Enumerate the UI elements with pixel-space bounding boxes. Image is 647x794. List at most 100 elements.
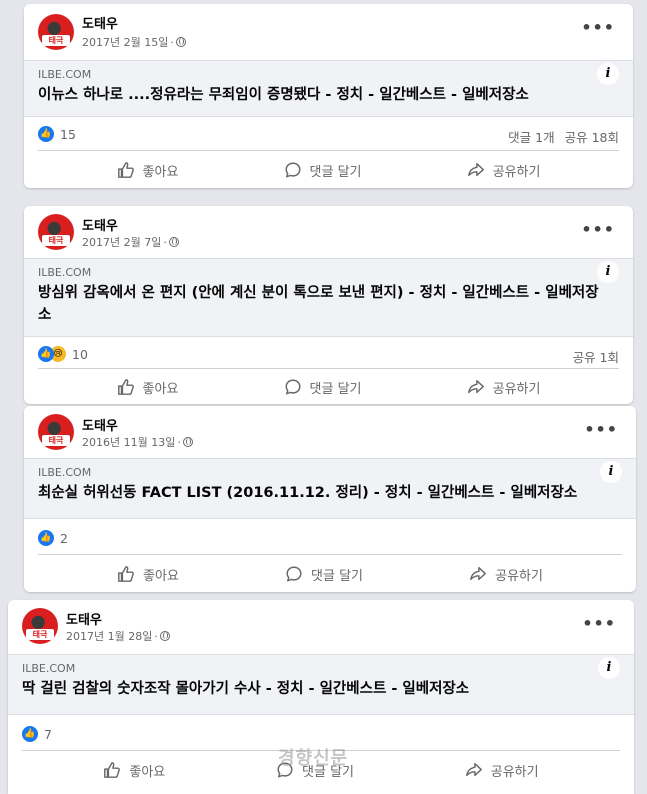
- link-title[interactable]: 최순실 허위선동 FACT LIST (2016.11.12. 정리) - 정치…: [38, 482, 592, 504]
- share-icon: [465, 762, 482, 777]
- more-options-icon[interactable]: •••: [582, 614, 616, 633]
- post-header: 태극 도태우 2017년 1월 28일 · •••: [8, 600, 634, 654]
- post-header: 태극 도태우 2017년 2월 7일 · •••: [24, 206, 633, 258]
- post-stats: 👍 😢 10 공유 1회: [38, 337, 619, 369]
- action-bar: 좋아요 댓글 달기 공유하기: [24, 555, 636, 592]
- link-title[interactable]: 딱 걸린 검찰의 숫자조작 몰아가기 수사 - 정치 - 일간베스트 - 일베저…: [22, 678, 590, 700]
- link-preview[interactable]: i ILBE.COM 이뉴스 하나로 ....정유라는 무죄임이 증명됐다 - …: [24, 60, 633, 117]
- action-bar: 좋아요 댓글 달기 공유하기: [24, 151, 633, 188]
- avatar-label: 태극: [26, 629, 54, 640]
- globe-icon: [175, 37, 186, 47]
- post-date[interactable]: 2017년 1월 28일: [66, 628, 152, 644]
- avatar[interactable]: 태극: [38, 414, 74, 450]
- post-meta: 2016년 11월 13일 ·: [82, 434, 193, 450]
- post-stats: 👍 15 댓글 1개 공유 18회: [38, 117, 619, 151]
- info-icon[interactable]: i: [597, 261, 619, 283]
- share-stats: 공유 1회: [563, 347, 619, 366]
- post-meta: 2017년 2월 7일 ·: [82, 234, 179, 250]
- share-label: 공유하기: [495, 568, 543, 584]
- comment-count[interactable]: 댓글 1개: [508, 127, 554, 146]
- post-card: 태극 도태우 2016년 11월 13일 · ••• i ILBE.COM 최순…: [24, 406, 636, 592]
- link-title[interactable]: 방심위 감옥에서 온 편지 (안에 계신 분이 톡으로 보낸 편지) - 정치 …: [38, 282, 603, 326]
- reactions[interactable]: 👍 😢 10: [38, 346, 88, 362]
- like-button[interactable]: 좋아요: [117, 161, 179, 180]
- avatar-label: 태극: [42, 235, 70, 246]
- like-button[interactable]: 좋아요: [103, 761, 165, 780]
- reaction-count[interactable]: 7: [44, 727, 52, 742]
- watermark: 경향신문: [278, 748, 349, 769]
- share-stats: 댓글 1개 공유 18회: [508, 127, 619, 146]
- comment-label: 댓글 달기: [309, 381, 362, 397]
- comment-label: 댓글 달기: [311, 568, 364, 584]
- like-reaction-icon: 👍: [38, 530, 54, 546]
- like-reaction-icon: 👍: [38, 126, 54, 142]
- post-card: 태극 도태우 2017년 2월 15일 · ••• i ILBE.COM 이뉴스…: [24, 4, 633, 188]
- author-name[interactable]: 도태우: [66, 609, 102, 628]
- post-date[interactable]: 2017년 2월 7일: [82, 234, 161, 250]
- link-title[interactable]: 이뉴스 하나로 ....정유라는 무죄임이 증명됐다 - 정치 - 일간베스트 …: [38, 84, 589, 106]
- link-domain: ILBE.COM: [22, 662, 76, 675]
- link-domain: ILBE.COM: [38, 466, 92, 479]
- comment-button[interactable]: 댓글 달기: [285, 565, 363, 584]
- reaction-count[interactable]: 2: [60, 531, 68, 546]
- share-label: 공유하기: [492, 164, 541, 180]
- globe-icon: [168, 237, 179, 247]
- post-meta: 2017년 1월 28일 ·: [66, 628, 170, 644]
- reactions[interactable]: 👍 15: [38, 126, 76, 142]
- like-icon: [117, 162, 134, 178]
- share-count[interactable]: 공유 18회: [565, 127, 619, 146]
- share-button[interactable]: 공유하기: [467, 161, 541, 180]
- comment-button[interactable]: 댓글 달기: [284, 378, 362, 397]
- author-name[interactable]: 도태우: [82, 13, 118, 32]
- share-button[interactable]: 공유하기: [469, 565, 543, 584]
- share-button[interactable]: 공유하기: [467, 378, 541, 397]
- share-button[interactable]: 공유하기: [465, 761, 539, 780]
- reaction-count[interactable]: 10: [72, 347, 88, 362]
- share-label: 공유하기: [490, 764, 539, 780]
- author-name[interactable]: 도태우: [82, 415, 118, 434]
- post-meta: 2017년 2월 15일 ·: [82, 34, 186, 50]
- like-icon: [104, 762, 121, 778]
- like-button[interactable]: 좋아요: [117, 565, 179, 584]
- globe-icon: [159, 631, 170, 641]
- info-icon[interactable]: i: [600, 461, 622, 483]
- comment-button[interactable]: 댓글 달기: [284, 161, 362, 180]
- like-reaction-icon: 👍: [38, 346, 54, 362]
- share-icon: [470, 566, 487, 581]
- like-button[interactable]: 좋아요: [117, 378, 178, 397]
- comment-icon: [286, 566, 302, 582]
- globe-icon: [182, 437, 193, 447]
- post-card: 태극 도태우 2017년 2월 7일 · ••• i ILBE.COM 방심위 …: [24, 206, 633, 404]
- avatar[interactable]: 태극: [22, 608, 58, 644]
- share-label: 공유하기: [492, 381, 541, 397]
- info-icon[interactable]: i: [598, 657, 620, 679]
- post-header: 태극 도태우 2017년 2월 15일 · •••: [24, 4, 633, 60]
- avatar[interactable]: 태극: [38, 14, 74, 50]
- more-options-icon[interactable]: •••: [581, 18, 615, 37]
- author-name[interactable]: 도태우: [82, 215, 118, 234]
- share-count[interactable]: 공유 1회: [573, 347, 619, 366]
- action-bar: 좋아요 댓글 달기 공유하기: [24, 369, 633, 404]
- link-domain: ILBE.COM: [38, 266, 92, 279]
- share-icon: [467, 162, 484, 177]
- post-header: 태극 도태우 2016년 11월 13일 · •••: [24, 406, 636, 458]
- link-preview[interactable]: i ILBE.COM 딱 걸린 검찰의 숫자조작 몰아가기 수사 - 정치 - …: [8, 654, 634, 715]
- reaction-count[interactable]: 15: [60, 127, 76, 142]
- more-options-icon[interactable]: •••: [581, 220, 615, 239]
- like-icon: [118, 566, 134, 582]
- comment-label: 댓글 달기: [309, 164, 362, 180]
- reactions[interactable]: 👍 2: [38, 530, 68, 546]
- link-preview[interactable]: i ILBE.COM 방심위 감옥에서 온 편지 (안에 계신 분이 톡으로 보…: [24, 258, 633, 337]
- info-icon[interactable]: i: [597, 63, 619, 85]
- like-reaction-icon: 👍: [22, 726, 38, 742]
- post-date[interactable]: 2017년 2월 15일: [82, 34, 168, 50]
- more-options-icon[interactable]: •••: [584, 420, 618, 439]
- reactions[interactable]: 👍 7: [22, 726, 52, 742]
- link-domain: ILBE.COM: [38, 68, 92, 81]
- like-label: 좋아요: [142, 164, 179, 180]
- post-date[interactable]: 2016년 11월 13일: [82, 434, 175, 450]
- avatar-label: 태극: [42, 35, 70, 46]
- link-preview[interactable]: i ILBE.COM 최순실 허위선동 FACT LIST (2016.11.1…: [24, 458, 636, 519]
- avatar[interactable]: 태극: [38, 214, 74, 250]
- share-icon: [467, 379, 484, 394]
